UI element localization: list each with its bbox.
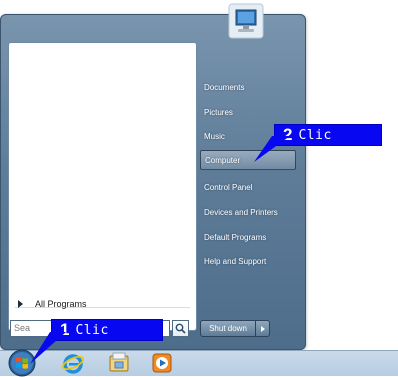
menu-item-pictures[interactable]: Pictures xyxy=(200,103,296,123)
media-player-icon[interactable] xyxy=(150,351,174,375)
all-programs-item[interactable]: All Programs xyxy=(12,295,192,313)
menu-item-documents[interactable]: Documents xyxy=(200,78,296,98)
file-explorer-icon[interactable] xyxy=(107,351,131,375)
shutdown-options-button[interactable] xyxy=(256,320,270,337)
callout-step-1: 1 Clic xyxy=(51,319,163,341)
chevron-right-icon xyxy=(260,325,265,332)
callout-1-text: Clic xyxy=(75,322,109,338)
callout-2-pointer xyxy=(254,136,290,162)
search-icon xyxy=(175,323,186,334)
shutdown-button[interactable]: Shut down xyxy=(200,320,256,337)
menu-item-default-programs[interactable]: Default Programs xyxy=(200,228,296,248)
programs-pane xyxy=(8,42,197,331)
callout-2-text: Clic xyxy=(298,127,332,143)
user-picture-icon[interactable] xyxy=(226,2,266,42)
menu-item-devices-and-printers[interactable]: Devices and Printers xyxy=(200,203,296,223)
menu-item-help-and-support[interactable]: Help and Support xyxy=(200,252,296,272)
search-button[interactable] xyxy=(172,320,189,337)
callout-1-pointer xyxy=(30,332,66,364)
all-programs-label: All Programs xyxy=(35,299,87,309)
expand-arrow-icon xyxy=(18,300,23,308)
menu-item-control-panel[interactable]: Control Panel xyxy=(200,178,296,198)
